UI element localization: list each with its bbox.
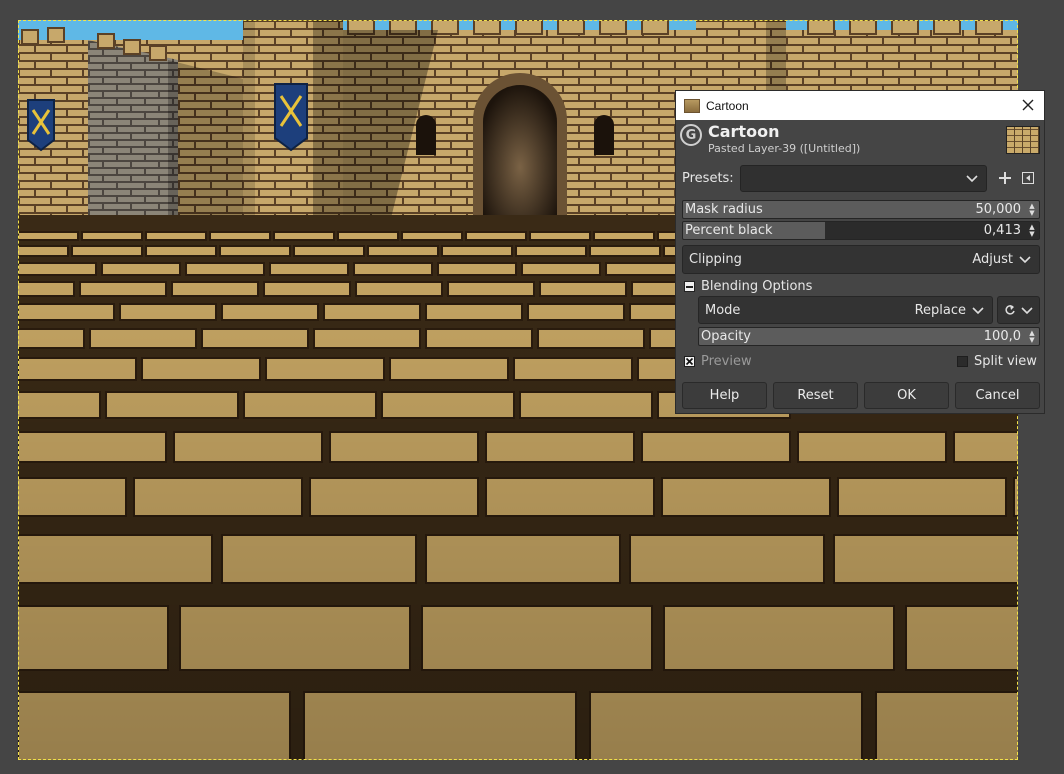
gimp-logo-icon: G: [680, 124, 702, 146]
percent-black-spinner[interactable]: ▲ ▼: [1025, 222, 1039, 239]
close-button[interactable]: [1018, 95, 1038, 115]
split-view-toggle[interactable]: Split view: [957, 354, 1041, 370]
blend-mode-combo[interactable]: Mode Replace: [698, 296, 993, 324]
cartoon-dialog: Cartoon G Cartoon Pasted Layer-39 ([Unti…: [675, 90, 1045, 414]
opacity-label: Opacity: [701, 329, 752, 344]
opacity-slider[interactable]: Opacity 100,0 ▲ ▼: [698, 327, 1040, 346]
composite-mode-combo[interactable]: [997, 296, 1040, 324]
blending-options-label: Blending Options: [701, 279, 813, 294]
window-title: Cartoon: [706, 98, 749, 113]
opacity-value: 100,0: [983, 329, 1021, 344]
split-view-checkbox[interactable]: [957, 356, 968, 367]
clipping-label: Clipping: [689, 252, 742, 267]
chevron-down-icon: [1019, 256, 1031, 264]
close-icon: [1022, 99, 1034, 111]
spin-down-icon[interactable]: ▼: [1029, 230, 1034, 238]
mode-value: Replace: [914, 303, 966, 318]
preview-label: Preview: [701, 354, 752, 369]
plus-icon: [999, 172, 1011, 184]
percent-black-slider[interactable]: Percent black 0,413 ▲ ▼: [682, 221, 1040, 240]
reset-arrow-icon: [1005, 305, 1015, 315]
mask-radius-value: 50,000: [975, 202, 1022, 217]
reset-button[interactable]: Reset: [773, 382, 858, 409]
add-preset-button[interactable]: [996, 169, 1014, 187]
mode-label: Mode: [705, 303, 741, 318]
presets-label: Presets:: [682, 171, 734, 186]
opacity-spinner[interactable]: ▲ ▼: [1025, 328, 1039, 345]
clipping-combo[interactable]: Clipping Adjust: [682, 245, 1040, 274]
help-button[interactable]: Help: [682, 382, 767, 409]
image-thumbnail-icon: [684, 98, 700, 113]
banner-tower: [274, 83, 308, 152]
clipping-value: Adjust: [972, 252, 1013, 267]
dialog-titlebar[interactable]: Cartoon: [676, 91, 1044, 120]
check-x-icon: [685, 357, 694, 366]
ok-button[interactable]: OK: [864, 382, 949, 409]
mask-radius-spinner[interactable]: ▲ ▼: [1025, 201, 1039, 218]
operation-title: Cartoon: [708, 122, 780, 141]
preview-checkbox[interactable]: [684, 356, 695, 367]
percent-black-value: 0,413: [983, 223, 1021, 238]
mask-radius-label: Mask radius: [685, 202, 763, 217]
chevron-down-icon: [1021, 307, 1033, 315]
presets-row: Presets:: [676, 163, 1044, 193]
layer-thumbnail: [1006, 126, 1040, 154]
chevron-down-icon: [966, 174, 978, 182]
operation-subtitle: Pasted Layer-39 ([Untitled]): [708, 142, 861, 155]
collapse-icon[interactable]: [684, 281, 695, 292]
manage-presets-button[interactable]: [1019, 169, 1037, 187]
percent-black-label: Percent black: [685, 223, 773, 238]
presets-combo[interactable]: [740, 165, 987, 192]
dialog-header: G Cartoon Pasted Layer-39 ([Untitled]): [676, 120, 1044, 158]
spin-down-icon[interactable]: ▼: [1029, 209, 1034, 217]
chevron-down-icon: [972, 307, 984, 315]
banner-left: [27, 99, 55, 152]
cancel-button[interactable]: Cancel: [955, 382, 1040, 409]
mask-radius-slider[interactable]: Mask radius 50,000 ▲ ▼: [682, 200, 1040, 219]
split-view-label: Split view: [974, 354, 1037, 369]
spin-down-icon[interactable]: ▼: [1029, 336, 1034, 344]
menu-arrow-icon: [1022, 172, 1034, 184]
